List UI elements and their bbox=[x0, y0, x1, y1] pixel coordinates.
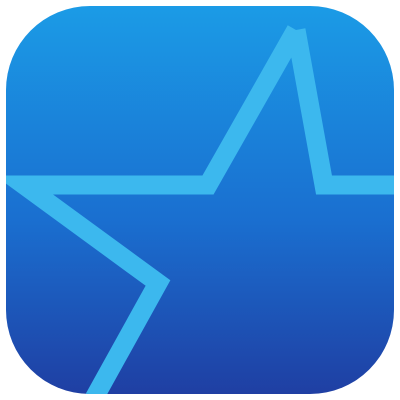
app-icon-background bbox=[6, 6, 394, 394]
app-icon-stage bbox=[0, 0, 400, 400]
app-icon[interactable] bbox=[0, 0, 400, 400]
